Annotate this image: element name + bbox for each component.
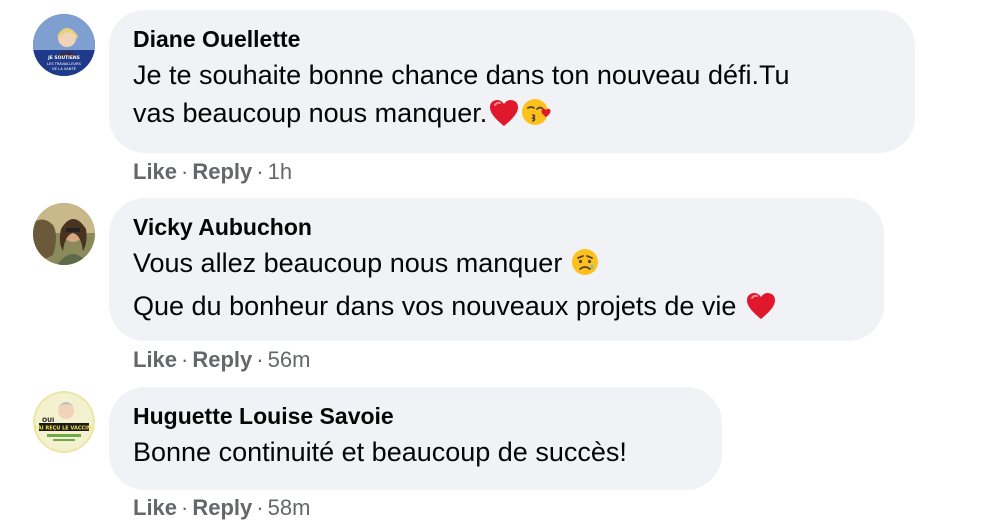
separator: · (256, 495, 264, 520)
red-heart-icon (489, 99, 519, 137)
timestamp[interactable]: 1h (268, 159, 292, 184)
avatar[interactable] (33, 203, 95, 265)
comment-line-1: Je te souhaite bonne chance dans ton nou… (133, 60, 790, 90)
avatar-text-1: JE SOUTIENS (47, 55, 80, 61)
comment-line-2-text: Que du bonheur dans vos nouveaux projets… (133, 291, 737, 321)
face-blowing-kiss-icon (521, 97, 553, 137)
avatar-text-2: J'AI REÇU LE VACCIN! (33, 426, 93, 432)
comment-actions: Like · Reply · 56m (133, 346, 310, 374)
crying-face-icon (570, 247, 600, 287)
separator: · (256, 159, 264, 184)
comment-bubble: Huguette Louise Savoie Bonne continuité … (109, 387, 722, 490)
comment-bubble: Diane Ouellette Je te souhaite bonne cha… (109, 10, 915, 153)
timestamp[interactable]: 56m (268, 347, 311, 372)
comment-line-1: Vous allez beaucoup nous manquer (133, 244, 860, 287)
comment-line-1-text: Vous allez beaucoup nous manquer (133, 248, 563, 278)
avatar-text-2: LES TRAVAILLEURS (47, 62, 82, 66)
author-name[interactable]: Diane Ouellette (133, 24, 891, 54)
reply-button[interactable]: Reply (192, 495, 252, 520)
comment-actions: Like · Reply · 58m (133, 494, 310, 522)
timestamp[interactable]: 58m (268, 495, 311, 520)
separator: · (181, 495, 189, 520)
comment-line-2: vas beaucoup nous manquer. (133, 94, 891, 137)
avatar[interactable]: OUI J'AI REÇU LE VACCIN! (33, 391, 95, 453)
comment-bubble: Vicky Aubuchon Vous allez beaucoup nous … (109, 198, 884, 341)
avatar[interactable]: JE SOUTIENS LES TRAVAILLEURS DE LA SANTÉ (33, 14, 95, 76)
comment-actions: Like · Reply · 1h (133, 158, 292, 186)
avatar-text-3: DE LA SANTÉ (52, 66, 77, 71)
reply-button[interactable]: Reply (192, 347, 252, 372)
author-name[interactable]: Vicky Aubuchon (133, 212, 860, 242)
comment-text: Je te souhaite bonne chance dans ton nou… (133, 56, 891, 137)
like-button[interactable]: Like (133, 495, 177, 520)
comment-line-2-text: vas beaucoup nous manquer. (133, 98, 488, 128)
comment-line-1: Bonne continuité et beaucoup de succès! (133, 437, 627, 467)
separator: · (256, 347, 264, 372)
comment-line-2: Que du bonheur dans vos nouveaux projets… (133, 287, 860, 330)
comment-text: Bonne continuité et beaucoup de succès! (133, 433, 698, 471)
red-heart-icon (746, 292, 776, 330)
like-button[interactable]: Like (133, 347, 177, 372)
like-button[interactable]: Like (133, 159, 177, 184)
avatar-text-1: OUI (42, 417, 54, 424)
reply-button[interactable]: Reply (192, 159, 252, 184)
separator: · (181, 347, 189, 372)
comment-text: Vous allez beaucoup nous manquer Que du … (133, 244, 860, 330)
separator: · (181, 159, 189, 184)
author-name[interactable]: Huguette Louise Savoie (133, 401, 698, 431)
